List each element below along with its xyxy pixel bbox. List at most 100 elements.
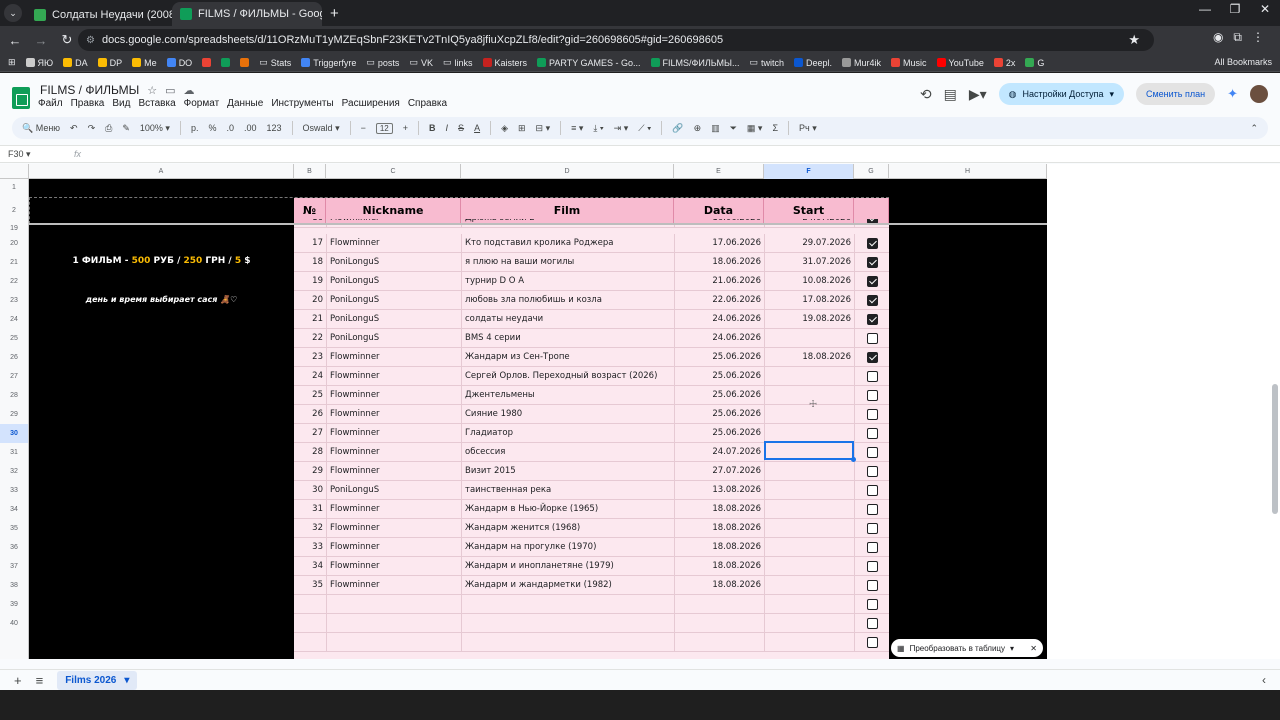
menu-insert[interactable]: Вставка [138,98,175,109]
sheet-tab-films-2026[interactable]: Films 2026 ▾ [57,670,138,690]
bookmark-item[interactable]: DP [97,58,122,68]
bookmark-item[interactable]: DO [166,58,192,68]
sheets-icon[interactable] [221,58,231,67]
gemini-icon[interactable]: ✦ [1227,86,1238,102]
sheets-logo-icon[interactable] [12,87,30,109]
row-header[interactable]: 33 [0,481,29,500]
merge-cells-icon[interactable]: ⊟ ▾ [536,123,551,134]
checkbox[interactable] [867,561,878,572]
bookmark-item[interactable]: Music [891,58,927,68]
font-size-input[interactable]: 12 [375,122,393,134]
cell-checkbox[interactable] [854,595,889,614]
table-row[interactable] [294,595,889,614]
row-header[interactable]: 34 [0,500,29,519]
cell-checkbox[interactable] [854,291,889,310]
row-header[interactable]: 20 [0,234,29,253]
cell-checkbox[interactable] [854,500,889,519]
select-all-corner[interactable] [0,164,29,179]
cell-checkbox[interactable] [854,367,889,386]
cell-checkbox[interactable] [854,633,889,652]
back-icon[interactable]: ← [4,33,26,48]
row-header[interactable]: 28 [0,386,29,405]
table-row[interactable]: 33 Flowminner Жандарм на прогулке (1970) 18… [294,538,889,557]
checkbox[interactable] [867,371,878,382]
checkbox[interactable] [867,618,878,629]
row-header[interactable]: 19 [0,224,29,234]
checkbox[interactable] [867,295,878,306]
bookmark-folder[interactable]: ▭ posts [366,57,399,68]
row-header[interactable]: 1 [0,179,29,197]
cell-checkbox[interactable] [854,405,889,424]
bookmark-item[interactable]: G [1025,58,1044,68]
table-row[interactable]: 32 Flowminner Жандарм женится (1968) 18.08.… [294,519,889,538]
column-header-e[interactable]: E [674,164,764,179]
bookmark-item[interactable]: PARTY GAMES - Go... [537,58,641,68]
minimize-icon[interactable]: — [1190,2,1220,16]
italic-icon[interactable]: I [446,123,449,133]
star-icon[interactable]: ☆ [147,84,157,97]
text-rotation-icon[interactable]: ⟋ ▾ [638,123,651,134]
column-header-a[interactable]: A [29,164,294,179]
cell-checkbox[interactable] [854,424,889,443]
filter-views-icon[interactable]: ▦ ▾ [747,123,763,134]
menu-tools[interactable]: Инструменты [271,98,333,109]
add-sheet-icon[interactable]: + [14,673,22,688]
share-button[interactable]: ◍ Настройки Доступа ▾ [998,83,1124,105]
row-header[interactable]: 31 [0,443,29,462]
all-sheets-icon[interactable]: ≡ [36,673,44,688]
sheet-grid[interactable]: № Nickname Film Data Start Watching 16 F… [29,179,1047,659]
doc-title[interactable]: FILMS / ФИЛЬМЫ [40,83,139,97]
vertical-scrollbar[interactable] [1272,384,1278,514]
menu-edit[interactable]: Правка [71,98,105,109]
table-row[interactable]: 19 PoniLonguS турнир D O A 21.06.2026 10.08.… [294,272,889,291]
menu-file[interactable]: Файл [38,98,63,109]
chevron-down-icon[interactable]: ▾ [1109,89,1114,100]
checkbox[interactable] [867,352,878,363]
font-select[interactable]: Oswald ▾ [303,123,340,134]
row-header[interactable]: 39 [0,595,29,614]
cell-checkbox[interactable] [854,443,889,462]
name-box[interactable]: F30 ▾ [0,149,70,160]
cell-checkbox[interactable] [854,557,889,576]
table-row[interactable]: 23 Flowminner Жандарм из Сен-Тропе 25.06.20… [294,348,889,367]
cell-checkbox[interactable] [854,386,889,405]
menu-extensions[interactable]: Расширения [342,98,400,109]
table-row[interactable]: 35 Flowminner Жандарм и жандарметки (1982)… [294,576,889,595]
cell-checkbox[interactable] [854,253,889,272]
insert-comment-icon[interactable]: ⊕ [694,123,702,134]
row-header[interactable]: 25 [0,329,29,348]
cell-checkbox[interactable] [854,348,889,367]
horizontal-align-icon[interactable]: ≡ ▾ [571,123,583,134]
font-size-increase[interactable]: + [403,123,408,133]
puzzle-icon[interactable]: ⧉ [1233,30,1242,45]
meet-icon[interactable]: ▶▾ [969,86,987,103]
row-header[interactable]: 21 [0,253,29,272]
row-header[interactable]: 30 [0,424,29,443]
reload-icon[interactable]: ↻ [56,32,78,48]
close-icon[interactable]: ✕ [1030,644,1037,653]
row-header[interactable]: 38 [0,576,29,595]
column-header-f[interactable]: F [764,164,854,179]
checkbox[interactable] [867,238,878,249]
menu-format[interactable]: Формат [184,98,220,109]
column-header-g[interactable]: G [854,164,889,179]
row-header[interactable]: 24 [0,310,29,329]
redo-icon[interactable]: ↷ [88,123,96,134]
checkbox[interactable] [867,409,878,420]
bookmark-item[interactable]: Triggerfyre [301,58,356,68]
checkbox[interactable] [867,390,878,401]
column-header-c[interactable]: C [326,164,461,179]
text-color-icon[interactable]: A [474,123,480,133]
convert-to-table-chip[interactable]: ▦ Преобразовать в таблицу ▾ ✕ [891,639,1043,657]
cell-checkbox[interactable] [854,538,889,557]
table-row[interactable]: 22 PoniLonguS BMS 4 серии 24.06.2026 [294,329,889,348]
checkbox[interactable] [867,466,878,477]
row-header[interactable]: 36 [0,538,29,557]
maximize-icon[interactable]: ❐ [1220,2,1250,16]
table-row[interactable]: 34 Flowminner Жандарм и инопланетяне (1979… [294,557,889,576]
undo-icon[interactable]: ↶ [70,123,78,134]
site-info-icon[interactable]: ⚙ [86,35,95,46]
browser-tab-1[interactable]: Солдаты Неудачи (2008) Смо ✕ [26,4,172,26]
cell-checkbox[interactable] [854,576,889,595]
bookmark-item[interactable]: FILMS/ФИЛЬМЫ... [650,58,739,68]
